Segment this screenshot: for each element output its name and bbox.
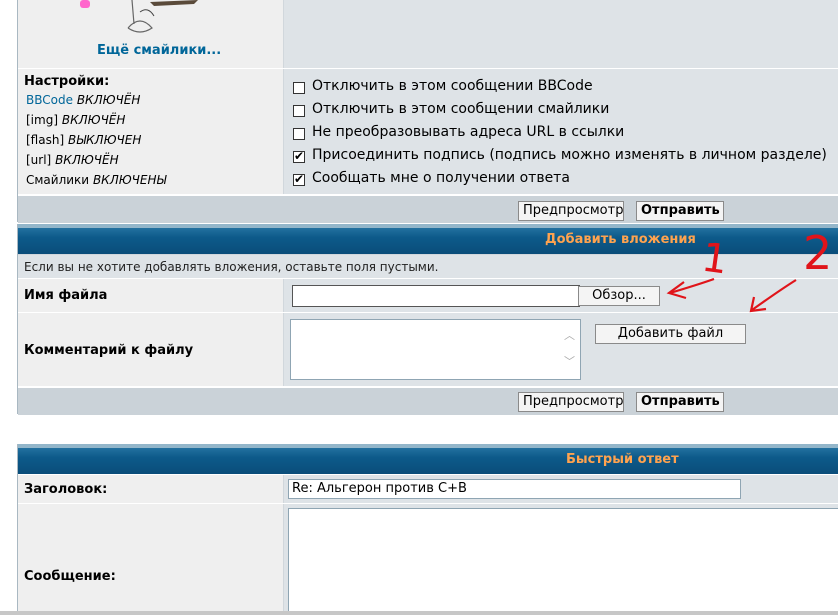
message-textarea[interactable] [288, 508, 838, 615]
preview-button-2[interactable]: Предпросмотр [518, 392, 624, 412]
option-label[interactable]: Не преобразовывать адреса URL в ссылки [312, 124, 624, 140]
filename-label: Имя файла [24, 288, 108, 303]
attachments-buttons-bar: Предпросмотр Отправить [18, 387, 838, 415]
option-checkbox[interactable] [293, 149, 305, 163]
settings-line: Смайлики ВКЛЮЧЕНЫ [26, 173, 166, 187]
subject-input-cell: Re: Альгерон против C+B [284, 475, 838, 503]
comment-scrollbar[interactable]: ︿ ﹀ [562, 321, 578, 378]
quick-reply-header-title: Быстрый ответ [566, 452, 679, 467]
filename-input-cell: Обзор... [284, 279, 838, 312]
scroll-up-icon[interactable]: ︿ [564, 327, 575, 343]
subject-label-cell: Заголовок: [18, 475, 283, 503]
option-label[interactable]: Присоединить подпись (подпись можно изме… [312, 147, 827, 163]
settings-line-name: Смайлики [26, 173, 90, 187]
smilies-preview [80, 0, 210, 34]
message-label-cell: Сообщение: [18, 504, 283, 615]
option-label[interactable]: Отключить в этом сообщении BBCode [312, 78, 593, 94]
attachments-hint: Если вы не хотите добавлять вложения, ос… [24, 260, 439, 274]
options-buttons-bar: Предпросмотр Отправить [18, 195, 838, 223]
settings-line-name: [flash] [26, 133, 65, 147]
smilies-empty-cell [284, 0, 838, 68]
comment-label: Комментарий к файлу [24, 343, 194, 358]
settings-line-state: ВКЛЮЧЁН [55, 153, 119, 167]
post-options-panel: Ещё смайлики... Настройки: BBCode ВКЛЮЧЁ… [17, 0, 838, 223]
options-cell: Отключить в этом сообщении BBCode Отключи… [284, 69, 838, 194]
more-smilies-link[interactable]: Ещё смайлики... [97, 43, 221, 58]
comment-label-cell: Комментарий к файлу [18, 313, 283, 386]
bottom-border [0, 611, 838, 615]
preview-button[interactable]: Предпросмотр [518, 201, 624, 221]
settings-line-state: ВКЛЮЧЁН [61, 113, 126, 127]
option-checkbox[interactable] [293, 128, 305, 140]
settings-line: [img] ВКЛЮЧЁН [26, 113, 125, 127]
settings-line-name: [url] [26, 153, 52, 167]
settings-line-name[interactable]: BBCode [26, 93, 73, 107]
scroll-down-icon[interactable]: ﹀ [564, 353, 575, 369]
filename-label-cell: Имя файла [18, 279, 283, 312]
option-checkbox[interactable] [293, 105, 305, 117]
option-checkbox[interactable] [293, 172, 305, 186]
smilies-cell: Ещё смайлики... [18, 0, 283, 68]
option-checkbox[interactable] [293, 82, 305, 94]
settings-line-name: [img] [26, 113, 59, 127]
quick-reply-header: Быстрый ответ [18, 444, 838, 474]
message-input-cell [284, 504, 838, 615]
attachments-header-title: Добавить вложения [545, 232, 696, 247]
option-label[interactable]: Сообщать мне о получении ответа [312, 170, 570, 186]
settings-line[interactable]: BBCode ВКЛЮЧЁН [26, 93, 140, 107]
submit-button-2[interactable]: Отправить [636, 392, 724, 412]
settings-line-state: ВЫКЛЮЧЕН [67, 133, 142, 147]
add-file-button[interactable]: Добавить файл [595, 324, 746, 344]
option-label[interactable]: Отключить в этом сообщении смайлики [312, 101, 609, 117]
browse-button[interactable]: Обзор... [578, 286, 660, 306]
settings-line: [url] ВКЛЮЧЁН [26, 153, 119, 167]
settings-title: Настройки: [24, 74, 110, 89]
settings-cell: Настройки: BBCode ВКЛЮЧЁН [img] ВКЛЮЧЁН [f… [18, 69, 283, 194]
settings-line-state: ВКЛЮЧЕНЫ [92, 173, 167, 187]
settings-line: [flash] ВЫКЛЮЧЕН [26, 133, 141, 147]
settings-line-state: ВКЛЮЧЁН [76, 93, 141, 107]
submit-button[interactable]: Отправить [636, 201, 724, 221]
comment-input-cell: ︿ ﹀ Добавить файл [284, 313, 838, 386]
filename-input[interactable] [292, 285, 580, 307]
subject-input[interactable]: Re: Альгерон против C+B [288, 479, 741, 499]
quick-reply-panel: Быстрый ответ Заголовок: Re: Альгерон пр… [17, 444, 838, 615]
annotation-number-2: 2 [803, 226, 833, 280]
comment-textarea[interactable] [290, 319, 581, 380]
subject-label: Заголовок: [24, 482, 108, 497]
message-label: Сообщение: [24, 569, 116, 584]
